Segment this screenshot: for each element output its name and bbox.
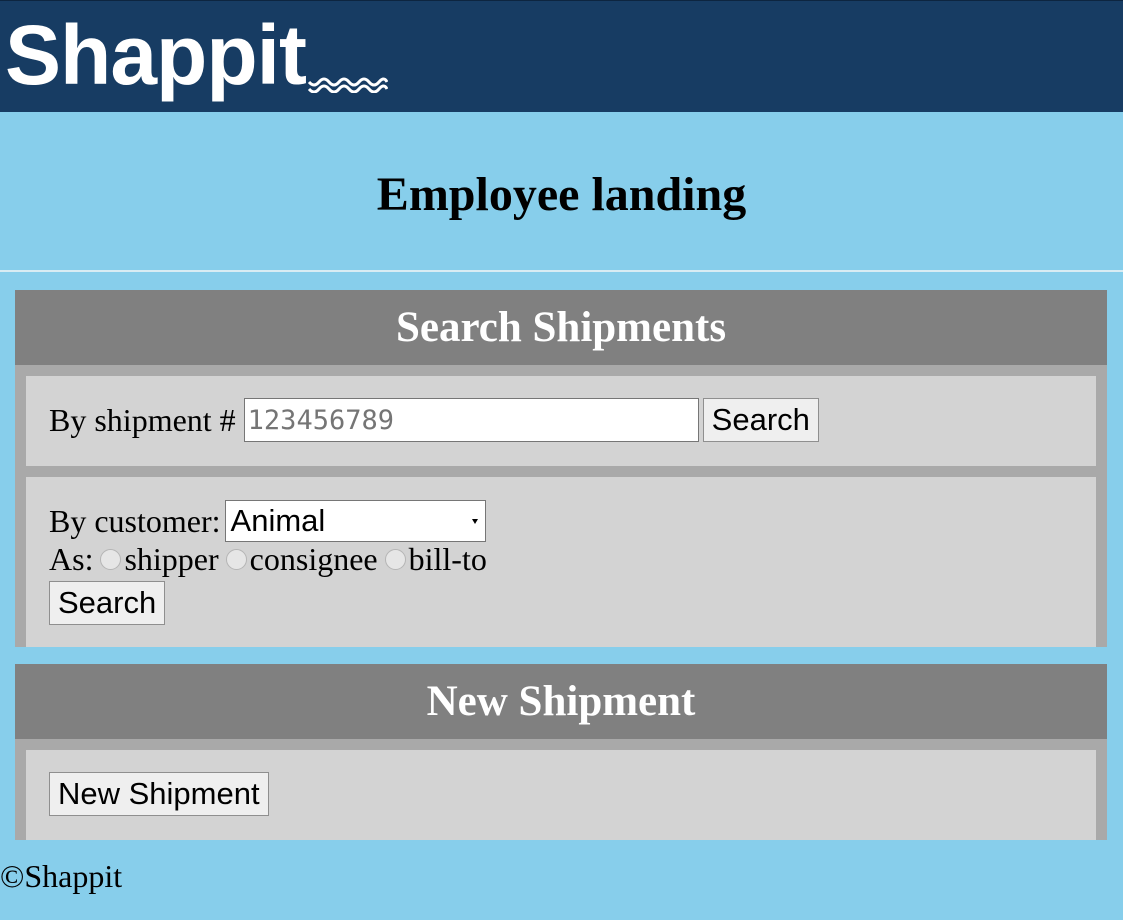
new-shipment-button[interactable]: New Shipment <box>49 772 269 816</box>
new-shipment-panel: New Shipment New Shipment <box>15 664 1107 840</box>
new-shipment-row: New Shipment <box>49 772 269 816</box>
title-area: Employee landing <box>0 112 1123 272</box>
customer-select-value: Animal <box>230 503 326 538</box>
radio-consignee-label: consignee <box>249 541 378 577</box>
search-by-customer-section: By customer: Animal As: shipper consigne… <box>26 477 1096 647</box>
shappit-logo[interactable]: Shappit <box>5 7 388 103</box>
search-shipments-heading: Search Shipments <box>15 290 1107 365</box>
radio-consignee[interactable] <box>225 549 247 570</box>
radio-shipper-label: shipper <box>124 541 219 577</box>
customer-select-row: By customer: Animal <box>49 500 486 542</box>
shipment-number-label: By shipment # <box>49 401 236 438</box>
radio-bill-to-label: bill-to <box>408 541 487 577</box>
logo-text: Shappit <box>5 8 307 102</box>
new-shipment-heading: New Shipment <box>15 664 1107 739</box>
search-by-shipment-section: By shipment # Search <box>26 376 1096 466</box>
customer-select[interactable]: Animal <box>224 500 486 542</box>
page-title: Employee landing <box>376 168 747 221</box>
search-by-shipment-button[interactable]: Search <box>702 398 819 442</box>
shipment-search-row: By shipment # Search <box>49 398 819 442</box>
customer-search-row: Search <box>49 581 166 625</box>
search-by-customer-button[interactable]: Search <box>49 581 166 625</box>
divider <box>0 270 1123 272</box>
as-label: As: <box>49 541 94 577</box>
new-shipment-section: New Shipment <box>26 750 1096 840</box>
dropdown-arrow-icon <box>471 519 478 524</box>
waves-icon <box>308 77 388 93</box>
customer-role-row: As: shipper consignee bill-to <box>49 541 487 578</box>
top-banner: Shappit <box>0 0 1123 112</box>
customer-label: By customer: <box>49 502 221 539</box>
footer-copyright: ©Shappit <box>0 858 123 894</box>
radio-bill-to[interactable] <box>384 549 406 570</box>
search-shipments-panel: Search Shipments By shipment # Search By… <box>15 290 1107 647</box>
shipment-number-input[interactable] <box>243 398 699 442</box>
radio-shipper[interactable] <box>100 549 122 570</box>
